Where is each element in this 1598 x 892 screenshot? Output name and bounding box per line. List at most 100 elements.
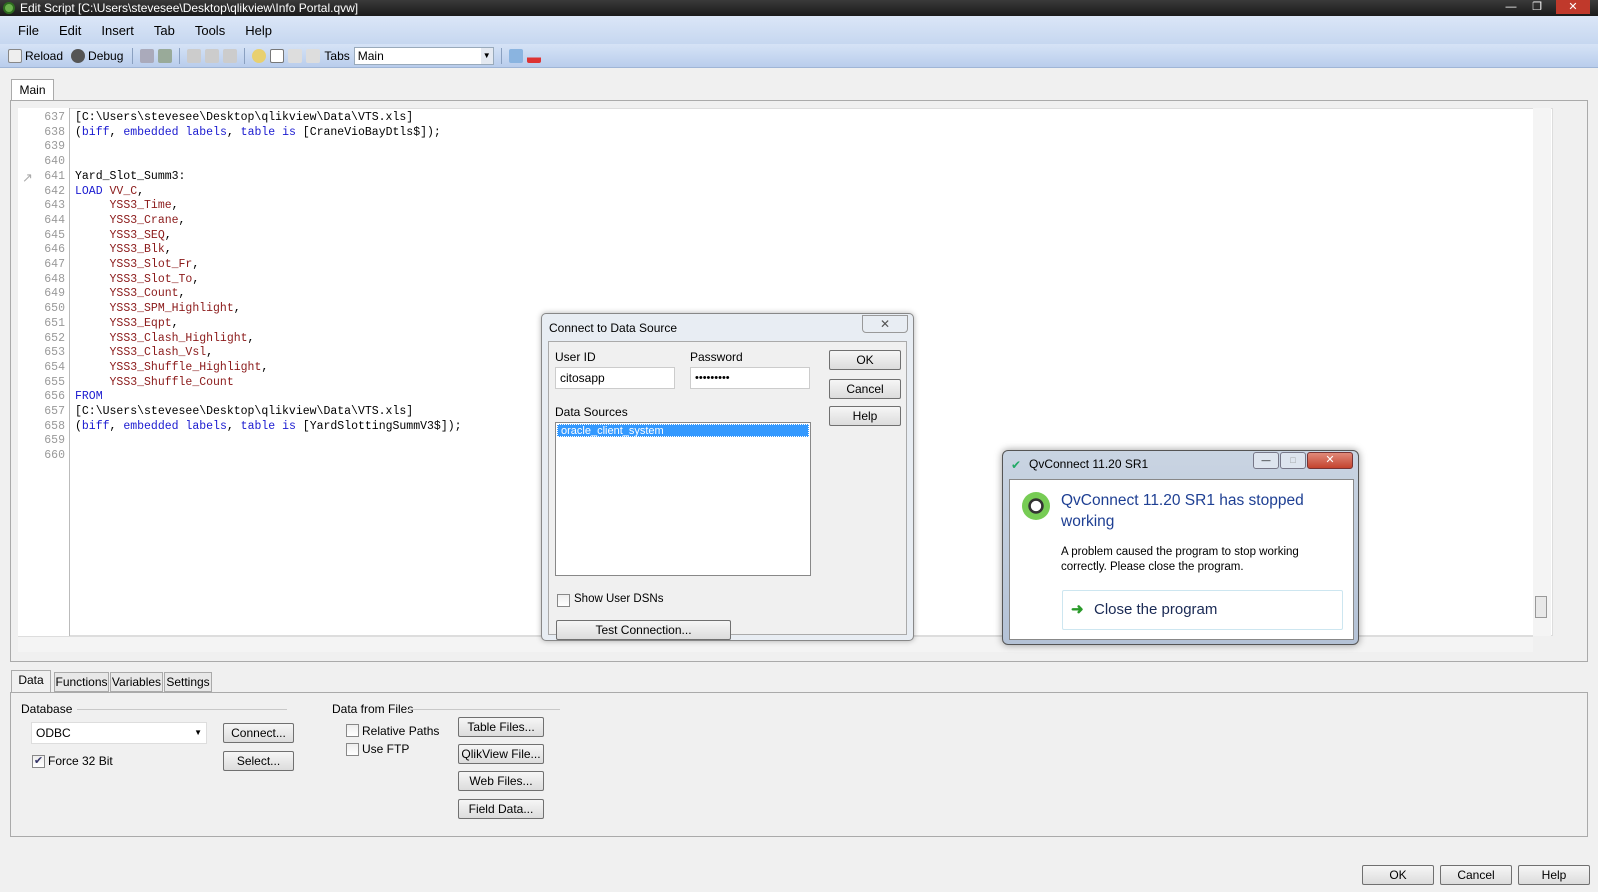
force-32-bit-checkbox[interactable]: ✔ xyxy=(32,755,45,768)
table-viewer-icon[interactable] xyxy=(508,48,523,63)
code-line: YSS3_Eqpt, xyxy=(75,317,179,330)
use-ftp-checkbox[interactable] xyxy=(346,743,359,756)
code-field: VV_C xyxy=(109,184,138,198)
cancel-button[interactable]: Cancel xyxy=(829,379,901,399)
chevron-down-icon: ▼ xyxy=(194,728,202,737)
dialog-body: QvConnect 11.20 SR1 has stopped working … xyxy=(1009,479,1354,640)
code-line: (biff, embedded labels, table is [CraneV… xyxy=(75,126,441,139)
tab-settings[interactable]: Settings xyxy=(164,672,212,692)
code-line: YSS3_Slot_To, xyxy=(75,272,200,286)
field-data-button[interactable]: Field Data... xyxy=(458,799,544,819)
paste-icon[interactable] xyxy=(223,48,238,63)
folder-icon[interactable] xyxy=(270,48,285,63)
minimize-button[interactable]: — xyxy=(1500,0,1522,14)
tab-variables[interactable]: Variables xyxy=(110,672,163,692)
syntax-check-icon[interactable] xyxy=(526,48,541,63)
maximize-button[interactable]: ❐ xyxy=(1526,0,1548,14)
show-user-dsns-checkbox[interactable] xyxy=(557,594,570,607)
user-id-input[interactable]: citosapp xyxy=(555,367,675,389)
code-field: YSS3_Eqpt xyxy=(109,316,172,330)
menu-edit[interactable]: Edit xyxy=(49,23,91,38)
code-keyword: biff xyxy=(81,125,110,139)
close-button[interactable]: ✕ xyxy=(1556,0,1590,14)
close-program-button[interactable]: ➜ Close the program xyxy=(1062,590,1343,630)
database-dropdown[interactable]: ODBC ▼ xyxy=(31,722,207,744)
code-text: , xyxy=(164,228,172,242)
code-field: YSS3_Clash_Highlight xyxy=(109,331,248,345)
code-field: YSS3_Shuffle_Highlight xyxy=(109,360,262,374)
table-files-button[interactable]: Table Files... xyxy=(458,717,544,737)
divider xyxy=(406,709,560,710)
code-keyword: FROM xyxy=(75,390,103,404)
data-sources-list[interactable]: oracle_client_system xyxy=(555,422,811,576)
code-line: YSS3_Slot_Fr, xyxy=(75,258,200,271)
tab-functions[interactable]: Functions xyxy=(54,672,109,692)
code-field: YSS3_SEQ xyxy=(109,228,165,242)
line-number: 643 xyxy=(44,199,65,213)
test-connection-button[interactable]: Test Connection... xyxy=(556,620,731,640)
save-icon[interactable] xyxy=(140,48,155,63)
code-line: (biff, embedded labels, table is [YardSl… xyxy=(75,420,462,433)
dialog-close-button[interactable]: ✕ xyxy=(862,315,908,333)
code-text: , xyxy=(192,258,200,271)
reload-icon xyxy=(8,48,22,63)
arrow-right-icon: ➜ xyxy=(1071,601,1084,618)
ok-button[interactable]: OK xyxy=(829,350,901,370)
menu-help[interactable]: Help xyxy=(235,23,282,38)
tab-left-icon[interactable] xyxy=(288,48,303,63)
copy-icon[interactable] xyxy=(205,48,220,63)
code-field: YSS3_Time xyxy=(109,199,172,213)
minimize-button[interactable]: — xyxy=(1253,452,1279,469)
code-text: , xyxy=(137,184,145,198)
code-line: LOAD VV_C, xyxy=(75,185,144,198)
menu-file[interactable]: File xyxy=(8,23,49,38)
qlikview-file-button[interactable]: QlikView File... xyxy=(458,744,544,764)
vertical-scrollbar[interactable] xyxy=(1533,108,1551,636)
select-button[interactable]: Select... xyxy=(223,751,294,771)
code-keyword: table is xyxy=(240,125,296,139)
code-field: YSS3_Slot_To xyxy=(109,272,193,286)
close-button[interactable]: ✕ xyxy=(1307,452,1353,469)
code-text: , xyxy=(109,419,124,433)
code-line: YSS3_Crane, xyxy=(75,214,186,227)
tab-right-icon[interactable] xyxy=(306,48,321,63)
tabs-dropdown-value: Main xyxy=(357,48,384,63)
find-icon[interactable] xyxy=(252,48,267,63)
connect-button[interactable]: Connect... xyxy=(223,723,294,743)
menu-tab[interactable]: Tab xyxy=(144,23,185,38)
tab-data[interactable]: Data xyxy=(11,670,51,692)
password-input[interactable]: ••••••••• xyxy=(690,367,810,389)
reload-button[interactable]: Reload xyxy=(6,48,65,63)
dialog-title: QvConnect 11.20 SR1 xyxy=(1029,457,1149,471)
print-icon[interactable] xyxy=(158,48,173,63)
footer-cancel-button[interactable]: Cancel xyxy=(1440,865,1512,885)
help-button[interactable]: Help xyxy=(829,406,901,426)
debug-button[interactable]: Debug xyxy=(69,48,125,63)
data-sources-label: Data Sources xyxy=(555,405,628,419)
database-group-label: Database xyxy=(21,702,73,716)
line-number: 642 xyxy=(44,184,65,198)
footer-help-button[interactable]: Help xyxy=(1518,865,1590,885)
cut-icon[interactable] xyxy=(187,48,202,63)
line-number: 659 xyxy=(44,434,65,448)
tabs-dropdown[interactable]: Main ▼ xyxy=(353,46,494,65)
relative-paths-checkbox[interactable] xyxy=(346,724,359,737)
web-files-button[interactable]: Web Files... xyxy=(458,771,544,791)
program-stopped-dialog: ✔ QvConnect 11.20 SR1 — □ ✕ QvConnect 11… xyxy=(1002,450,1359,645)
menu-tools[interactable]: Tools xyxy=(185,23,235,38)
footer-ok-button[interactable]: OK xyxy=(1362,865,1434,885)
bug-icon xyxy=(71,48,86,63)
tab-main[interactable]: Main xyxy=(11,79,54,101)
divider xyxy=(77,709,287,710)
line-number: 653 xyxy=(44,346,65,360)
line-number: 639 xyxy=(44,140,65,154)
database-value: ODBC xyxy=(36,726,71,740)
separator xyxy=(500,47,502,64)
data-source-item[interactable]: oracle_client_system xyxy=(557,424,809,437)
menu-insert[interactable]: Insert xyxy=(91,23,144,38)
